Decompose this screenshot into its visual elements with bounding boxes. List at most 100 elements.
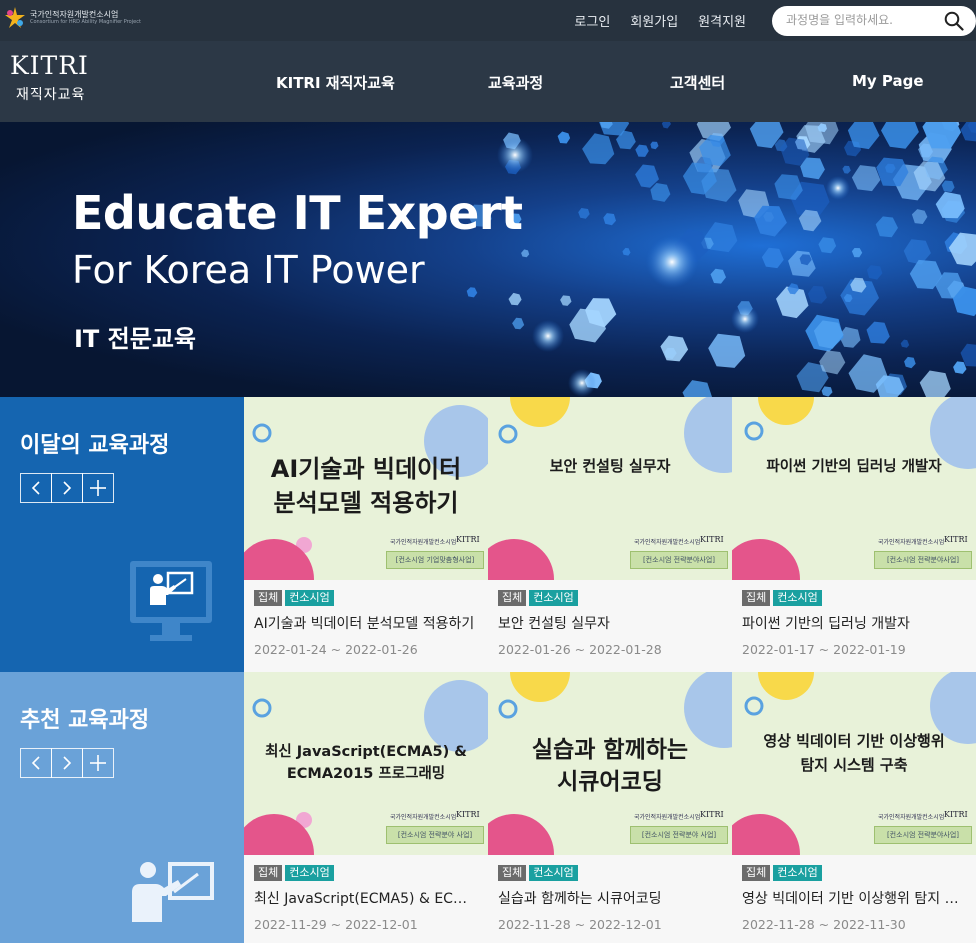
decor-cube	[911, 209, 928, 224]
type-badge: 집체	[498, 865, 527, 881]
decor-cube	[560, 295, 572, 306]
more-button[interactable]	[82, 748, 114, 778]
decor-cube	[821, 386, 833, 397]
decor-circle	[732, 539, 800, 580]
decor-cube	[919, 370, 951, 397]
nav-kitri-education[interactable]: KITRI 재직자교육	[276, 72, 395, 93]
decor-cube	[508, 292, 522, 306]
decor-cube	[578, 208, 590, 219]
decor-circle	[744, 421, 764, 441]
decor-cube	[900, 339, 910, 348]
prev-button[interactable]	[20, 748, 52, 778]
chevron-right-icon	[63, 756, 72, 770]
thumbnail-title-line: 보안 컨설팅 실무자	[549, 457, 671, 475]
course-name[interactable]: 최신 JavaScript(ECMA5) & ECMA2015 프로그래밍	[254, 888, 476, 908]
thumbnail-kitri-logo: KITRI	[700, 535, 724, 544]
course-name[interactable]: 영상 빅데이터 기반 이상행위 탐지 시스템 구축	[742, 888, 964, 908]
decor-cube	[818, 237, 837, 254]
consortium-subtitle: Consortium for HRD Ability Magnifier Pro…	[30, 18, 141, 25]
decor-cube	[761, 247, 784, 269]
thumbnail-org-logo: 국가인적자원개발컨소시엄	[390, 539, 457, 546]
course-thumbnail[interactable]: 파이썬 기반의 딥러닝 개발자 국가인적자원개발컨소시엄 KITRI [컨소시엄 전략…	[732, 397, 976, 580]
thumbnail-org-logo: 국가인적자원개발컨소시엄	[390, 814, 457, 821]
hero-banner[interactable]: Educate IT Expert For Korea IT Power IT …	[0, 122, 976, 397]
course-card[interactable]: 최신 JavaScript(ECMA5) & ECMA2015 프로그래밍 국가인적…	[244, 672, 488, 943]
search-input[interactable]	[786, 13, 936, 27]
consortium-logo[interactable]: 국가인적자원개발컨소시엄 Consortium for HRD Ability …	[4, 6, 141, 30]
section-title: 이달의 교육과정	[20, 433, 170, 458]
signup-link[interactable]: 회원가입	[630, 11, 678, 30]
thumbnail-title-line: 영상 빅데이터 기반 이상행위	[763, 732, 945, 750]
decor-cube	[851, 248, 863, 258]
decor-cube	[866, 265, 883, 280]
nav-courses[interactable]: 교육과정	[488, 72, 543, 93]
thumbnail-org-logo: 국가인적자원개발컨소시엄	[634, 814, 701, 821]
course-thumbnail[interactable]: AI기술과 빅데이터 분석모델 적용하기 국가인적자원개발컨소시엄 KITRI [컨소시…	[244, 397, 488, 580]
decor-cube	[521, 249, 530, 258]
remote-support-link[interactable]: 원격지원	[698, 11, 746, 30]
login-link[interactable]: 로그인	[574, 11, 610, 30]
course-badges: 집체 컨소시엄	[254, 590, 334, 606]
type-badge: 집체	[498, 590, 527, 606]
decor-circle	[252, 698, 272, 718]
course-date: 2022-01-17 ~ 2022-01-19	[742, 642, 906, 657]
thumbnail-title-line: ECMA2015 프로그래밍	[286, 766, 446, 782]
program-badge: 컨소시엄	[285, 590, 334, 606]
decor-cube	[650, 141, 659, 150]
decor-cube	[866, 321, 890, 344]
search-icon[interactable]	[944, 11, 964, 31]
next-button[interactable]	[51, 473, 83, 503]
course-thumbnail[interactable]: 실습과 함께하는 시큐어코딩 국가인적자원개발컨소시엄 KITRI [컨소시엄 전략분야…	[488, 672, 732, 855]
decor-circle	[758, 672, 814, 700]
nav-customer-center[interactable]: 고객센터	[670, 72, 725, 93]
course-date: 2022-01-24 ~ 2022-01-26	[254, 642, 418, 657]
chevron-left-icon	[31, 481, 40, 495]
prev-button[interactable]	[20, 473, 52, 503]
course-card[interactable]: 영상 빅데이터 기반 이상행위 탐지 시스템 구축 국가인적자원개발컨소시엄 KITR…	[732, 672, 976, 943]
carousel-controls	[20, 748, 114, 778]
course-card[interactable]: 보안 컨설팅 실무자 국가인적자원개발컨소시엄 KITRI [컨소시엄 전략분야사업]…	[488, 397, 732, 672]
program-badge: 컨소시엄	[529, 590, 578, 606]
decor-circle	[510, 397, 570, 427]
decor-cube	[708, 333, 746, 368]
next-button[interactable]	[51, 748, 83, 778]
decor-cube	[941, 180, 955, 192]
course-name[interactable]: 실습과 함께하는 시큐어코딩	[498, 888, 720, 908]
type-badge: 집체	[742, 865, 771, 881]
decor-circle	[758, 397, 814, 425]
decor-circle	[498, 424, 518, 444]
course-thumbnail[interactable]: 영상 빅데이터 기반 이상행위 탐지 시스템 구축 국가인적자원개발컨소시엄 KITR…	[732, 672, 976, 855]
decor-circle	[510, 672, 570, 702]
thumbnail-kitri-logo: KITRI	[456, 810, 480, 819]
course-thumbnail[interactable]: 최신 JavaScript(ECMA5) & ECMA2015 프로그래밍 국가인적…	[244, 672, 488, 855]
thumbnail-title-line: 실습과 함께하는	[531, 737, 689, 763]
program-badge: 컨소시엄	[285, 865, 334, 881]
decor-cube	[660, 335, 689, 362]
course-name[interactable]: AI기술과 빅데이터 분석모델 적용하기	[254, 613, 476, 633]
course-card[interactable]: AI기술과 빅데이터 분석모델 적용하기 국가인적자원개발컨소시엄 KITRI [컨소시…	[244, 397, 488, 672]
course-card[interactable]: 실습과 함께하는 시큐어코딩 국가인적자원개발컨소시엄 KITRI [컨소시엄 전략분야…	[488, 672, 732, 943]
thumbnail-kitri-logo: KITRI	[700, 810, 724, 819]
decor-cube	[881, 122, 919, 149]
decor-circle	[744, 696, 764, 716]
course-card[interactable]: 파이썬 기반의 딥러닝 개발자 국가인적자원개발컨소시엄 KITRI [컨소시엄 전략…	[732, 397, 976, 672]
thumbnail-kitri-logo: KITRI	[456, 535, 480, 544]
decor-circle	[488, 539, 554, 580]
program-badge: 컨소시엄	[773, 865, 822, 881]
course-name[interactable]: 파이썬 기반의 딥러닝 개발자	[742, 613, 964, 633]
course-date: 2022-11-29 ~ 2022-12-01	[254, 917, 418, 932]
decor-cube	[585, 298, 617, 328]
hero-tagline: IT 전문교육	[74, 325, 196, 353]
type-badge: 집체	[254, 865, 283, 881]
course-name[interactable]: 보안 컨설팅 실무자	[498, 613, 720, 633]
hero-subtitle: For Korea IT Power	[72, 248, 425, 292]
thumbnail-title-line: 분석모델 적용하기	[273, 489, 459, 517]
kitri-logo[interactable]: KITRI 재직자교육	[10, 53, 89, 104]
thumbnail-program-label: [컨소시엄 전략분야사업]	[874, 826, 972, 844]
brand-subtitle: 재직자교육	[16, 87, 86, 103]
decor-cube	[512, 317, 525, 330]
nav-my-page[interactable]: My Page	[852, 72, 924, 90]
course-badges: 집체 컨소시엄	[498, 590, 578, 606]
more-button[interactable]	[82, 473, 114, 503]
course-thumbnail[interactable]: 보안 컨설팅 실무자 국가인적자원개발컨소시엄 KITRI [컨소시엄 전략분야사업]	[488, 397, 732, 580]
